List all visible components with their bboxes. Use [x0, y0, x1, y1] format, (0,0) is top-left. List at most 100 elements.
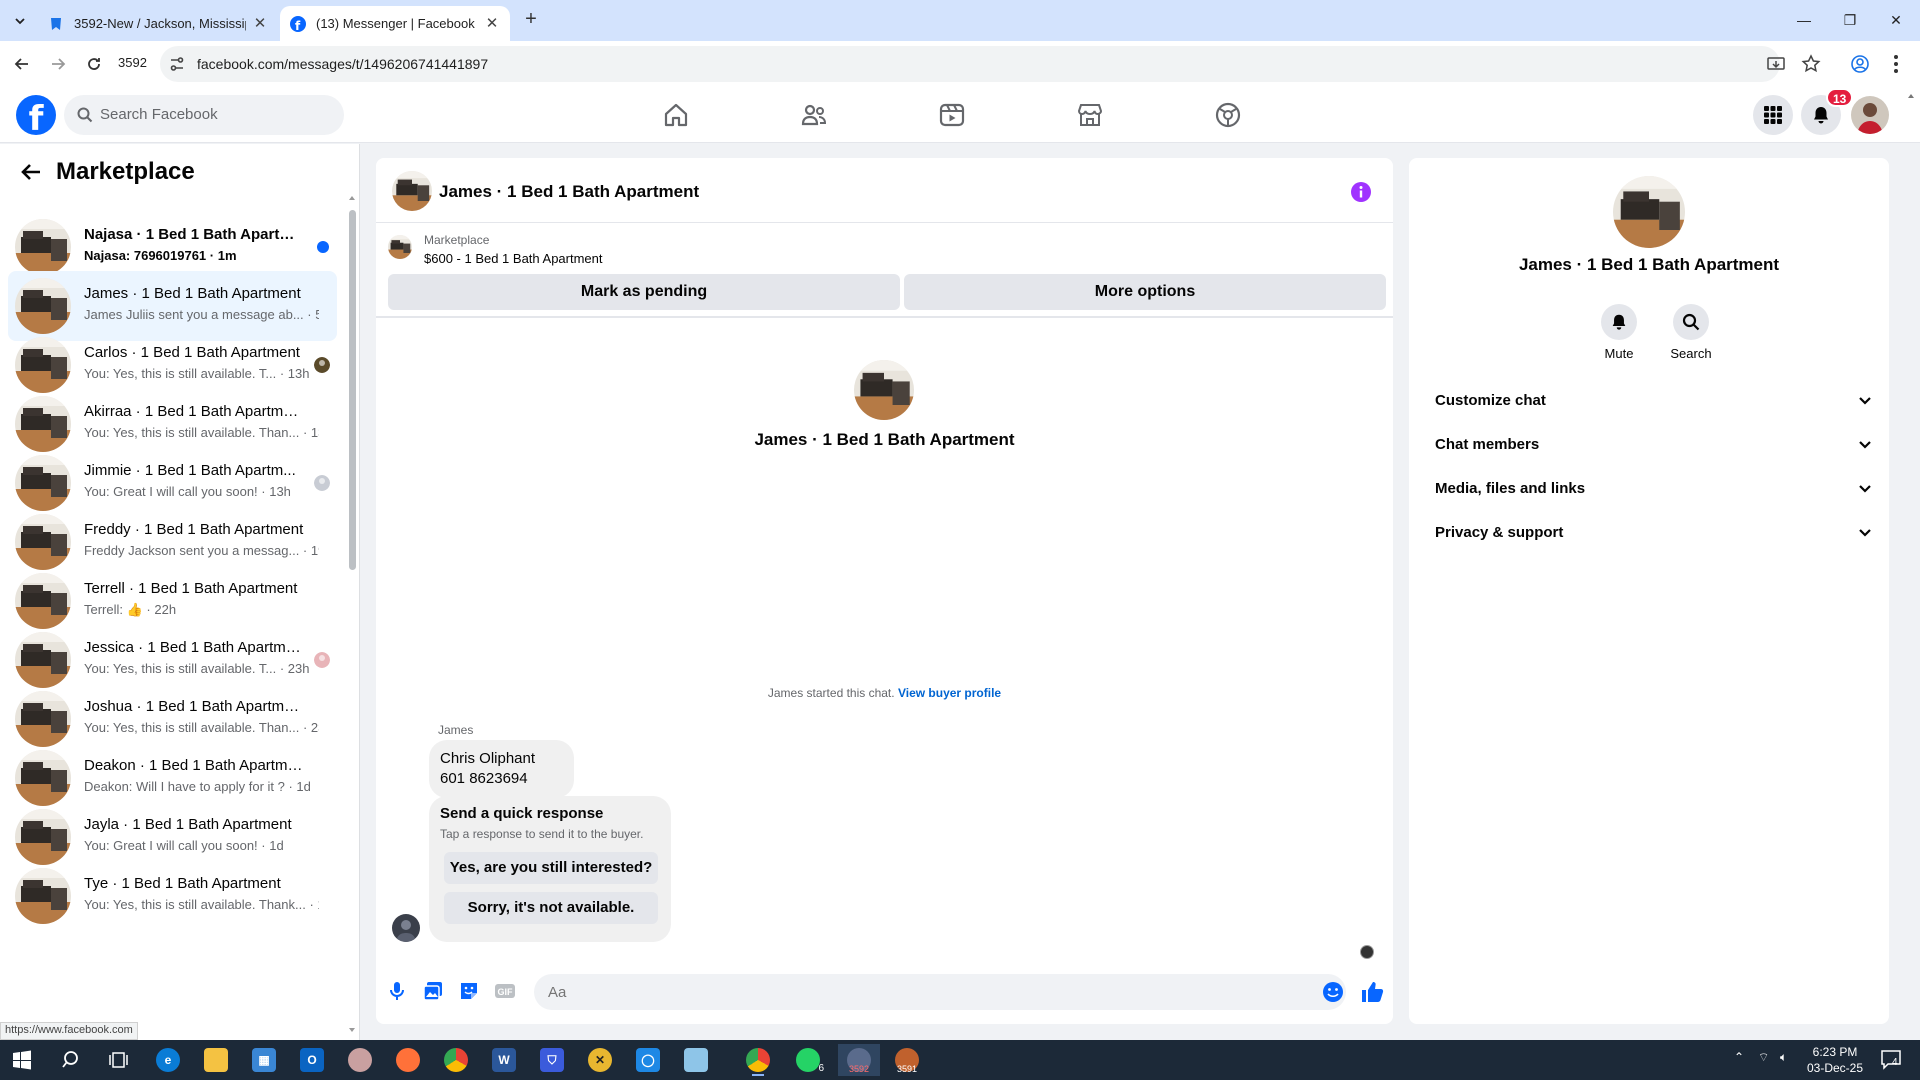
notification-center[interactable]: 4	[1880, 1048, 1904, 1072]
search-icon	[77, 107, 93, 123]
taskbar-app-x[interactable]: ✕	[582, 1044, 618, 1076]
taskbar-word[interactable]: W	[486, 1044, 522, 1076]
friends-icon[interactable]	[800, 101, 828, 129]
back-button[interactable]	[10, 52, 34, 76]
taskbar-app-orb[interactable]	[342, 1044, 378, 1076]
sender-avatar[interactable]	[392, 914, 420, 942]
svg-text:GIF: GIF	[498, 987, 514, 997]
site-settings-icon[interactable]	[168, 55, 186, 73]
listing-thumbnail[interactable]	[388, 235, 412, 259]
close-window-button[interactable]: ✕	[1882, 8, 1910, 32]
info-icon[interactable]	[1351, 182, 1371, 202]
scrollbar-thumb[interactable]	[349, 210, 356, 570]
taskbar-chrome-2[interactable]	[740, 1044, 776, 1076]
quick-response-still-interested[interactable]: Yes, are you still interested?	[444, 852, 658, 884]
taskbar-app-notes[interactable]	[678, 1044, 714, 1076]
task-view-button[interactable]	[100, 1044, 136, 1076]
browser-tab-messenger[interactable]: f (13) Messenger | Facebook ✕	[280, 6, 510, 41]
taskbar-edge[interactable]: e	[150, 1044, 186, 1076]
browser-tab-bar: 3592-New / Jackson, Mississippi ✕ f (13)…	[0, 0, 1920, 41]
conversation-preview: You: Yes, this is still available. T... …	[84, 366, 310, 381]
mute-button[interactable]: Mute	[1589, 304, 1649, 361]
start-button[interactable]	[4, 1044, 40, 1076]
search-in-chat-button[interactable]: Search	[1661, 304, 1721, 361]
conversation-item[interactable]: Tye · 1 Bed 1 Bath Apartment You: Yes, th…	[8, 861, 337, 931]
message-input-wrapper	[534, 974, 1346, 1010]
new-tab-button[interactable]: +	[520, 9, 542, 31]
volume-icon[interactable]: 🔈︎	[1780, 1050, 1787, 1065]
profile-icon[interactable]	[1850, 54, 1870, 74]
taskbar-whatsapp[interactable]: 6	[790, 1044, 826, 1076]
message-bubble[interactable]: Chris Oliphant 601 8623694	[429, 740, 574, 798]
address-bar[interactable]: facebook.com/messages/t/1496206741441897	[160, 46, 1785, 82]
chat-members-section[interactable]: Chat members	[1425, 424, 1873, 464]
customize-chat-section[interactable]: Customize chat	[1425, 380, 1873, 420]
chat-avatar[interactable]	[392, 171, 432, 211]
seen-avatar	[314, 357, 330, 373]
facebook-search[interactable]: Search Facebook	[64, 95, 344, 135]
quick-response-not-available[interactable]: Sorry, it's not available.	[444, 892, 658, 924]
listing-price-title[interactable]: $600 - 1 Bed 1 Bath Apartment	[424, 251, 603, 266]
info-avatar[interactable]	[1613, 176, 1685, 248]
page-scrollbar[interactable]	[1906, 92, 1916, 1040]
conversation-preview: James Juliis sent you a message ab... · …	[84, 307, 319, 322]
browser-menu-icon[interactable]	[1893, 54, 1899, 74]
bookmark-star-icon[interactable]	[1801, 54, 1821, 74]
marketplace-icon[interactable]	[1076, 101, 1104, 129]
gaming-icon[interactable]	[1214, 101, 1242, 129]
like-icon[interactable]	[1360, 980, 1384, 1004]
conversation-thumbnail	[15, 455, 71, 511]
message-input[interactable]	[548, 974, 1308, 1010]
gif-icon[interactable]: GIF	[494, 980, 516, 1002]
conversation-thumbnail	[15, 868, 71, 924]
close-tab-icon[interactable]: ✕	[484, 15, 500, 32]
taskbar-file-explorer[interactable]	[198, 1044, 234, 1076]
conversation-thumbnail	[15, 809, 71, 865]
taskbar-search-button[interactable]	[54, 1044, 90, 1076]
view-buyer-profile-link[interactable]: View buyer profile	[898, 686, 1001, 700]
menu-grid-button[interactable]	[1753, 95, 1793, 135]
conversation-name: Najasa · 1 Bed 1 Bath Apartment	[84, 226, 304, 243]
photo-icon[interactable]	[422, 980, 444, 1002]
emoji-icon[interactable]	[1322, 981, 1344, 1003]
reload-button[interactable]	[82, 52, 106, 76]
sidebar-scrollbar[interactable]	[348, 194, 356, 1034]
more-options-button[interactable]: More options	[904, 274, 1386, 310]
taskbar-app-3591[interactable]: 3591	[886, 1044, 928, 1076]
video-icon[interactable]	[938, 101, 966, 129]
close-tab-icon[interactable]: ✕	[252, 15, 268, 32]
taskbar-app-shield[interactable]: ⛉	[534, 1044, 570, 1076]
conversation-thumbnail	[15, 219, 71, 275]
chat-title[interactable]: James · 1 Bed 1 Bath Apartment	[439, 182, 699, 202]
minimize-button[interactable]: —	[1790, 8, 1818, 32]
mic-icon[interactable]	[386, 980, 408, 1002]
back-arrow-icon[interactable]	[20, 161, 42, 183]
marketplace-listing-bar: Marketplace $600 - 1 Bed 1 Bath Apartmen…	[376, 223, 1393, 318]
facebook-logo-icon[interactable]: f	[16, 95, 56, 135]
conversation-name: Terrell · 1 Bed 1 Bath Apartment	[84, 580, 298, 597]
install-app-icon[interactable]	[1766, 54, 1786, 74]
restore-button[interactable]: ❐	[1836, 8, 1864, 32]
clock-time: 6:23 PM	[1812, 1045, 1858, 1059]
tab-search-icon[interactable]	[9, 10, 31, 32]
privacy-support-section[interactable]: Privacy & support	[1425, 512, 1873, 552]
sticker-icon[interactable]	[458, 980, 480, 1002]
taskbar-app-circle[interactable]: ◯	[630, 1044, 666, 1076]
browser-tab-jackson[interactable]: 3592-New / Jackson, Mississippi ✕	[38, 6, 278, 41]
taskbar-app-3592[interactable]: 3592	[838, 1044, 880, 1076]
account-avatar[interactable]	[1851, 96, 1889, 134]
profile-chip[interactable]: 3592	[118, 55, 147, 70]
mark-as-pending-button[interactable]: Mark as pending	[388, 274, 900, 310]
home-icon[interactable]	[662, 101, 690, 129]
taskbar-store[interactable]: ▦	[246, 1044, 282, 1076]
taskbar-clock[interactable]: 6:23 PM 03-Dec-25	[1800, 1044, 1870, 1076]
forward-button[interactable]	[46, 52, 70, 76]
taskbar-chrome[interactable]	[438, 1044, 474, 1076]
browser-toolbar: 3592 facebook.com/messages/t/14962067414…	[0, 41, 1920, 87]
taskbar-firefox[interactable]	[390, 1044, 426, 1076]
url-text[interactable]: facebook.com/messages/t/1496206741441897	[197, 56, 488, 72]
network-icon[interactable]: ⌔	[1758, 1050, 1769, 1065]
tray-overflow-icon[interactable]: ⌃	[1734, 1050, 1744, 1064]
taskbar-outlook[interactable]: O	[294, 1044, 330, 1076]
media-files-links-section[interactable]: Media, files and links	[1425, 468, 1873, 508]
